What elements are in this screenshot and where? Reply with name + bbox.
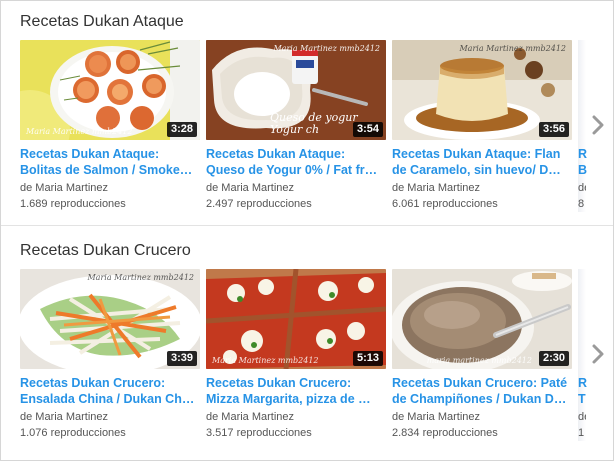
video-thumbnail[interactable]: Maria Martinez mmb2412 3:39 [20,269,200,369]
partial-title-line: Ba [578,163,587,177]
partial-title-line: T [578,392,586,406]
video-title-link[interactable]: Recetas Dukan Ataque: Flan de Caramelo, … [392,146,572,178]
video-views: 6.061 reproducciones [392,198,498,210]
video-author: de Maria Martinez [20,182,109,194]
partial-video-title[interactable]: Re T [578,375,587,407]
video-views: 2.497 reproducciones [206,198,312,210]
video-watermark: Maria Martinez mmb2412 [212,356,319,365]
video-views: 3.517 reproducciones [206,427,312,439]
overlay-caption-line: Yogur ch [270,123,320,136]
video-title-link[interactable]: Recetas Dukan Crucero: Mizza Margarita, … [206,375,386,407]
video-title-line: Queso de Yogur 0% / Fat fr… [206,163,378,177]
video-title-line: Mizza Margarita, pizza de … [206,392,371,406]
video-shelves-panel: Recetas Dukan Ataque Maria Martinez mmb2… [0,0,614,461]
partial-video-author: de [578,411,586,423]
video-title-line: Recetas Dukan Ataque: Flan [392,147,561,161]
partial-video-views: 8 [578,198,585,210]
video-duration: 2:30 [538,351,569,366]
video-thumbnail[interactable]: Maria Martinez mmb2412 5:13 [206,269,386,369]
video-title-line: Recetas Dukan Crucero: Paté [392,376,568,390]
partial-video-title[interactable]: Re Ba [578,146,587,178]
video-title-line: Ensalada China / Dukan Ch… [20,392,195,406]
video-thumbnail[interactable]: Maria Martinez mmb2412 Queso de yogur Yo… [206,40,386,140]
video-author: de Maria Martinez [206,182,295,194]
chevron-right-icon[interactable] [590,342,606,366]
video-title-link[interactable]: Recetas Dukan Ataque: Queso de Yogur 0% … [206,146,386,178]
video-watermark: Maria Martinez mmb2412 [26,127,133,136]
video-title-link[interactable]: Recetas Dukan Crucero: Paté de Champiñon… [392,375,572,407]
video-watermark: Maria Martinez mmb2412 [87,273,194,282]
video-thumbnail[interactable]: maria martinez mmb2412 2:30 [392,269,572,369]
partial-title-line: Re [578,376,587,390]
shelf-title[interactable]: Recetas Dukan Ataque [20,13,184,31]
video-author: de Maria Martinez [392,411,481,423]
video-title-line: Recetas Dukan Ataque: [20,147,160,161]
video-author: de Maria Martinez [20,411,109,423]
chevron-right-icon[interactable] [590,113,606,137]
video-title-line: Recetas Dukan Crucero: [206,376,352,390]
shelf-recetas-dukan-crucero: Recetas Dukan Crucero Maria Martinez mmb… [1,230,613,460]
video-watermark: Maria Martinez mmb2412 [459,44,566,53]
video-views: 1.689 reproducciones [20,198,126,210]
video-duration: 5:13 [352,351,383,366]
partial-video-author: de [578,182,586,194]
shelf-title[interactable]: Recetas Dukan Crucero [20,242,191,260]
video-title-line: Recetas Dukan Ataque: [206,147,346,161]
video-title-link[interactable]: Recetas Dukan Ataque: Bolitas de Salmon … [20,146,200,178]
video-title-line: de Caramelo, sin huevo/ D… [392,163,561,177]
video-duration: 3:28 [166,122,197,137]
video-watermark: maria martinez mmb2412 [426,356,532,365]
video-author: de Maria Martinez [392,182,481,194]
video-author: de Maria Martinez [206,411,295,423]
video-views: 2.834 reproducciones [392,427,498,439]
video-title-line: Recetas Dukan Crucero: [20,376,166,390]
partial-title-line: Re [578,147,587,161]
video-duration: 3:54 [352,122,383,137]
video-title-line: de Champiñones / Dukan D… [392,392,567,406]
shelf-recetas-dukan-ataque: Recetas Dukan Ataque Maria Martinez mmb2… [1,1,613,223]
video-title-link[interactable]: Recetas Dukan Crucero: Ensalada China / … [20,375,200,407]
video-thumbnail[interactable]: Maria Martinez mmb2412 3:28 [20,40,200,140]
video-views: 1.076 reproducciones [20,427,126,439]
shelf-divider [1,225,613,226]
partial-video-views: 1 [578,427,585,439]
video-duration: 3:56 [538,122,569,137]
video-overlay-caption: Queso de yogur Yogur ch [270,112,358,136]
video-watermark: Maria Martinez mmb2412 [273,44,380,53]
video-duration: 3:39 [166,351,197,366]
video-title-line: Bolitas de Salmon / Smoke… [20,163,193,177]
video-thumbnail[interactable]: Maria Martinez mmb2412 3:56 [392,40,572,140]
